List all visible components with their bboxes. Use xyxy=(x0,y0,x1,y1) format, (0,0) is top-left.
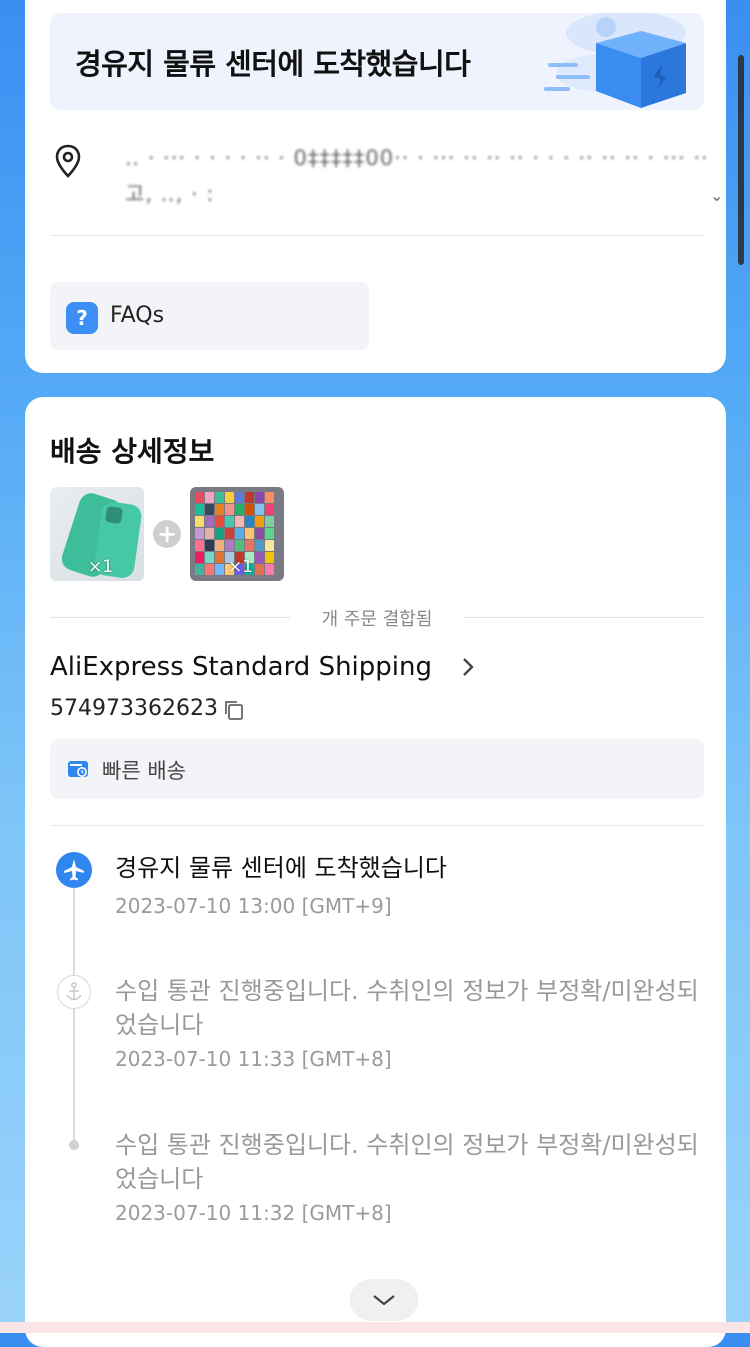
timeline-event-title: 수입 통관 진행중입니다. 수취인의 정보가 부정확/미완성되었습니다 xyxy=(115,1131,699,1193)
faq-label: FAQs xyxy=(110,303,165,328)
product-quantity: ×1 xyxy=(88,557,114,577)
chevron-down-icon xyxy=(373,1295,395,1306)
airplane-icon xyxy=(56,852,92,888)
faq-button[interactable]: ? FAQs xyxy=(50,282,369,350)
divider xyxy=(50,235,704,236)
fast-delivery-label: 빠른 배송 xyxy=(102,759,186,783)
product-thumbnail[interactable]: ×1 xyxy=(190,487,284,581)
timeline-event-time: 2023-07-10 11:33 [GMT+8] xyxy=(115,1047,392,1071)
fast-delivery-icon xyxy=(68,761,88,777)
combined-orders-text: 개 주문 결합됨 xyxy=(321,609,433,630)
status-card: 경유지 물류 센터에 도착했습니다 ‥ · ··· · · · · ·· · 0… xyxy=(25,0,726,373)
bottom-strip xyxy=(0,1322,750,1333)
expand-timeline-button[interactable] xyxy=(350,1279,418,1321)
address-text: ‥ · ··· · · · · ·· · 0‡‡‡‡‡00·· · ··· ··… xyxy=(125,140,710,212)
product-quantity: ×1 xyxy=(228,557,254,577)
status-banner: 경유지 물류 센터에 도착했습니다 xyxy=(50,13,704,110)
question-icon: ? xyxy=(66,302,98,334)
timeline-line xyxy=(73,877,75,1147)
timeline-event-time: 2023-07-10 11:32 [GMT+8] xyxy=(115,1201,392,1225)
divider xyxy=(464,617,704,618)
fast-delivery-banner: 빠른 배송 xyxy=(50,739,704,799)
delivery-address[interactable]: ‥ · ··· · · · · ·· · 0‡‡‡‡‡00·· · ··· ··… xyxy=(50,140,730,210)
status-title: 경유지 물류 센터에 도착했습니다 xyxy=(75,47,471,81)
package-illustration-icon xyxy=(544,13,686,108)
scroll-indicator[interactable] xyxy=(738,55,744,265)
shipping-details-card: 배송 상세정보 ×1 + ×1 개 주문 결합됨 AliExpress Stan… xyxy=(25,397,726,1347)
shipping-method-link[interactable]: AliExpress Standard Shipping xyxy=(50,652,432,682)
timeline-dot xyxy=(69,1140,79,1150)
timeline-event-time: 2023-07-10 13:00 [GMT+9] xyxy=(115,894,392,918)
combined-orders-label: 개 주문 결합됨 xyxy=(50,605,704,630)
chevron-right-icon[interactable] xyxy=(457,655,479,679)
address-line-1: ‥ · ··· · · · · ·· · 0‡‡‡‡‡00·· · ··· ··… xyxy=(125,146,710,170)
camera-cutout xyxy=(104,505,124,525)
location-pin-icon xyxy=(55,144,81,178)
divider xyxy=(50,825,704,826)
tracking-number: 574973362623 xyxy=(50,696,218,721)
product-thumbnail[interactable]: ×1 xyxy=(50,487,144,581)
chevron-down-icon[interactable]: ⌄ xyxy=(710,186,723,205)
timeline-event-title: 수입 통관 진행중입니다. 수취인의 정보가 부정확/미완성되었습니다 xyxy=(115,977,699,1039)
address-line-2: 고, ‥, · : xyxy=(125,182,215,206)
section-title: 배송 상세정보 xyxy=(50,435,215,468)
plus-icon: + xyxy=(153,520,181,548)
customs-anchor-icon xyxy=(57,975,91,1009)
timeline-event-title: 경유지 물류 센터에 도착했습니다 xyxy=(115,854,448,882)
copy-icon[interactable] xyxy=(223,699,245,721)
